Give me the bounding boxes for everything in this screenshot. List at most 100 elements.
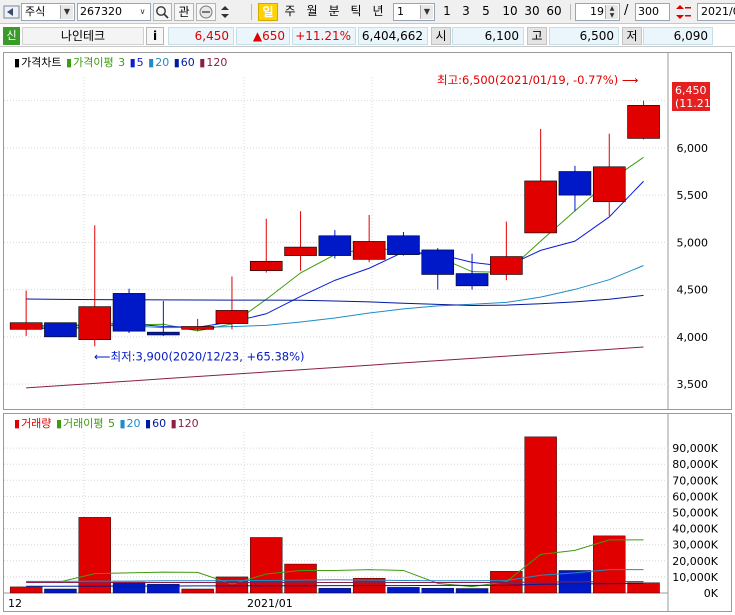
change-percent: +11.21% <box>292 27 356 45</box>
legend-mark: ▮ <box>170 417 177 430</box>
interval-30[interactable]: 30 <box>522 3 542 21</box>
period-tick[interactable]: 틱 <box>346 3 366 21</box>
price-ma-60: 60 <box>180 56 195 69</box>
candle-down <box>558 171 592 196</box>
chart-type-icon[interactable] <box>3 3 20 21</box>
chevron-down-icon[interactable]: ▼ <box>60 5 73 19</box>
high-annotation: 최고:6,500(2021/01/19, -0.77%) ⟶ <box>437 73 638 87</box>
display-count-value: 19 <box>590 5 604 18</box>
search-icon <box>156 6 169 19</box>
volume-bar <box>284 563 317 594</box>
market-select-value: 주식 <box>25 5 46 18</box>
credit-badge: 신 <box>3 27 20 45</box>
interval-3[interactable]: 3 <box>459 3 473 21</box>
interval-5[interactable]: 5 <box>479 3 493 21</box>
search-button[interactable] <box>153 3 172 21</box>
y-tick-label: 50,000K <box>672 507 718 520</box>
total-count-input[interactable]: 300 <box>635 3 670 21</box>
interval-1[interactable]: 1 <box>440 3 454 21</box>
stock-code-input[interactable]: 267320 ∨ <box>77 3 151 21</box>
volume-bar <box>387 587 420 594</box>
legend-mark: ▮ <box>148 56 155 69</box>
candle-up <box>592 166 626 203</box>
interval-10[interactable]: 10 <box>500 3 520 21</box>
count-spin-icon[interactable]: ▲ ▼ <box>605 5 618 19</box>
high-price: 6,500 <box>549 27 619 45</box>
price-legend-title: 가격차트 <box>21 56 62 69</box>
dial-button[interactable] <box>196 3 216 21</box>
x-tick-label: 2021/01 <box>247 597 293 610</box>
spin-up-icon[interactable] <box>221 6 229 10</box>
last-price-label: 6,450 <box>675 84 707 97</box>
volume-bar <box>181 588 214 594</box>
toolbar-divider <box>570 4 571 20</box>
period-minute[interactable]: 분 <box>324 3 344 21</box>
spin-control[interactable] <box>218 3 232 21</box>
candle-down <box>455 273 489 287</box>
legend-mark: ▮ <box>173 56 180 69</box>
volume-bar <box>318 587 352 594</box>
volume-bar <box>112 581 146 594</box>
total-count-value: 300 <box>638 5 659 18</box>
volume-ma-60: 60 <box>152 417 167 430</box>
chevron-down-icon[interactable]: ▼ <box>420 5 433 19</box>
volume-bar <box>627 582 660 594</box>
period-year[interactable]: 년 <box>368 3 388 21</box>
y-tick-label: 60,000K <box>672 490 718 503</box>
candle-up <box>490 256 523 275</box>
low-price: 6,090 <box>643 27 713 45</box>
stock-code-value: 267320 <box>80 5 122 18</box>
volume-chart-pane[interactable]: 0K 10,000K 20,000K 30,000K 40,000K 50,000K 60,… <box>3 413 732 612</box>
candle-up <box>78 306 112 340</box>
stock-name[interactable]: 나인테크 <box>22 27 144 45</box>
price-change: ▲650 <box>236 27 290 45</box>
candle-up <box>352 241 386 260</box>
low-annotation: ⟵최저:3,900(2020/12/23, +65.38%) <box>94 349 305 363</box>
dial-icon <box>199 5 213 19</box>
y-tick-label: 90,000K <box>672 442 718 455</box>
stock-info-button[interactable]: i <box>146 27 164 45</box>
candle-up <box>284 246 317 256</box>
volume-chart[interactable]: 0K 10,000K 20,000K 30,000K 40,000K 50,000K 60,… <box>4 414 731 611</box>
interval-select-value: 1 <box>397 5 404 18</box>
period-month[interactable]: 월 <box>302 3 322 21</box>
date-input[interactable]: 2021/0 <box>697 3 735 21</box>
candle-down <box>44 322 77 338</box>
volume-ma-120: 120 <box>177 417 199 430</box>
volume-bar <box>215 576 249 594</box>
interval-select[interactable]: 1 ▼ <box>393 3 435 21</box>
chevron-down-icon[interactable]: ∨ <box>136 5 149 19</box>
last-pct-label: (11.21%) <box>675 97 726 110</box>
price-chart[interactable]: 3,5004,0004,5005,0005,5006,0006,500최고:6,… <box>4 53 731 409</box>
quote-bar: 신 나인테크 i 6,450 ▲650 +11.21% 6,404,662 시 … <box>0 25 735 47</box>
y-tick-label: 0K <box>704 587 719 600</box>
range-spin-icon[interactable] <box>672 3 694 21</box>
candle-up <box>9 322 43 330</box>
price-chart-pane[interactable]: 3,5004,0004,5005,0005,5006,0006,500최고:6,… <box>3 52 732 410</box>
candle-up <box>249 260 283 272</box>
interval-60[interactable]: 60 <box>544 3 564 21</box>
market-select[interactable]: 주식 ▼ <box>21 3 75 21</box>
count-slash: / <box>624 3 629 18</box>
volume-bar <box>250 537 283 594</box>
candle-up <box>181 326 214 330</box>
period-day[interactable]: 일 <box>258 3 278 21</box>
open-price: 6,100 <box>452 27 524 45</box>
y-tick-label: 4,500 <box>677 284 709 297</box>
y-tick-label: 6,000 <box>677 142 709 155</box>
spin-down-icon[interactable] <box>221 14 229 18</box>
main-toolbar: 주식 ▼ 267320 ∨ 관 일 주 월 분 틱 년 1 ▼ 1 3 5 10… <box>0 0 735 24</box>
volume-bar <box>524 436 557 594</box>
display-count-input[interactable]: 19 ▲ ▼ <box>575 3 620 21</box>
x-tick-label: 12 <box>8 597 22 610</box>
legend-mark: ▮ <box>14 56 21 69</box>
gwan-button[interactable]: 관 <box>174 3 194 21</box>
toolbar-divider <box>251 4 252 20</box>
price-ma-title: 가격이평 <box>73 56 114 69</box>
legend-mark: ▮ <box>145 417 152 430</box>
candle-down <box>147 331 180 336</box>
period-week[interactable]: 주 <box>280 3 300 21</box>
y-tick-label: 5,500 <box>677 189 709 202</box>
volume-bar <box>147 583 180 594</box>
volume-bar <box>44 588 77 594</box>
